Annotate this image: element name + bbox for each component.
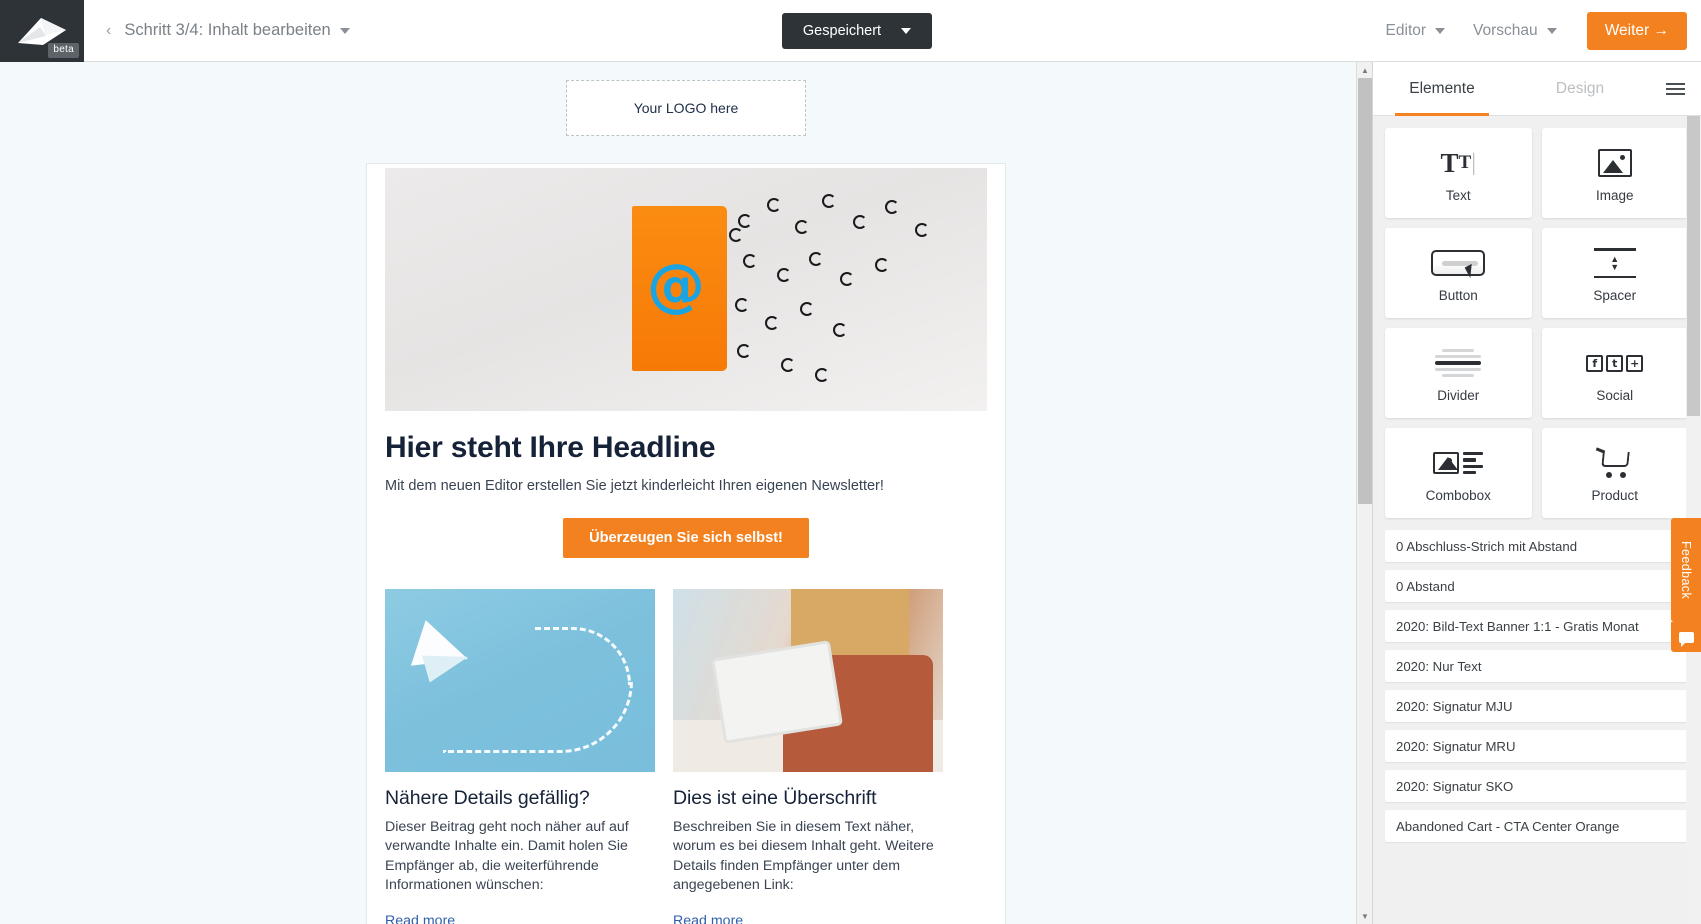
- list-item[interactable]: 2020: Signatur SKO: [1385, 770, 1688, 802]
- woman-tablet-image[interactable]: [673, 589, 943, 772]
- element-tile-label: Image: [1595, 188, 1634, 203]
- panel-scroll-thumb[interactable]: [1687, 116, 1700, 416]
- tab-elemente[interactable]: Elemente: [1373, 62, 1511, 116]
- element-tile-combobox[interactable]: Combobox: [1385, 428, 1532, 518]
- element-tile-label: Spacer: [1593, 288, 1637, 303]
- element-tile-product[interactable]: Product: [1541, 428, 1688, 518]
- element-tile-label: Text: [1445, 188, 1471, 203]
- saved-button[interactable]: Gespeichert: [782, 13, 932, 49]
- panel-tabs: Elemente Design: [1373, 62, 1701, 116]
- dashed-trail: [443, 681, 633, 753]
- scroll-up-icon[interactable]: ▲: [1357, 62, 1372, 78]
- list-item[interactable]: Abandoned Cart - CTA Center Orange: [1385, 810, 1688, 842]
- tab-elemente-label: Elemente: [1409, 79, 1475, 97]
- menu-preview[interactable]: Vorschau: [1459, 22, 1571, 40]
- element-tile-image[interactable]: Image: [1541, 128, 1688, 218]
- element-tile-grid: T T | Text Image Button ▲ ▼ Spacer Divid…: [1373, 116, 1701, 518]
- logo-placeholder-text: Your LOGO here: [633, 100, 739, 116]
- button-icon: [1431, 243, 1486, 283]
- element-tile-spacer[interactable]: ▲ ▼ Spacer: [1541, 228, 1688, 318]
- column-body: Dieser Beitrag geht noch näher auf auf v…: [385, 819, 629, 894]
- tab-design[interactable]: Design: [1511, 62, 1649, 116]
- list-item[interactable]: 2020: Nur Text: [1385, 650, 1688, 682]
- next-button[interactable]: Weiter →: [1586, 12, 1687, 50]
- saved-blocks-list: 0 Abschluss-Strich mit Abstand 0 Abstand…: [1373, 518, 1701, 842]
- hero-text-block[interactable]: Hier steht Ihre Headline Mit dem neuen E…: [367, 411, 1005, 558]
- element-tile-label: Product: [1591, 488, 1639, 503]
- email-content-card: @ Hier steht Ihre Headline Mit dem neuen…: [366, 163, 1006, 924]
- menu-editor-label: Editor: [1385, 22, 1427, 39]
- spacer-icon: ▲ ▼: [1593, 243, 1636, 283]
- list-item[interactable]: 2020: Signatur MRU: [1385, 730, 1688, 762]
- hero-image[interactable]: @: [385, 168, 987, 411]
- column-heading: Dies ist eine Überschrift: [673, 787, 877, 809]
- chevron-down-icon: [1435, 27, 1446, 34]
- read-more-link[interactable]: Read more: [673, 913, 743, 924]
- element-tile-button[interactable]: Button: [1385, 228, 1532, 318]
- divider-icon: [1435, 343, 1482, 383]
- hamburger-icon[interactable]: [1649, 82, 1701, 95]
- step-label-text: Schritt 3/4: Inhalt bearbeiten: [124, 21, 331, 39]
- column-left[interactable]: Nähere Details gefällig? Dieser Beitrag …: [385, 589, 655, 924]
- app-logo[interactable]: beta: [0, 0, 84, 62]
- back-chevron-icon[interactable]: ‹: [106, 22, 111, 39]
- column-body: Beschreiben Sie in diesem Text näher, wo…: [673, 819, 934, 894]
- chevron-down-icon: [339, 27, 350, 34]
- step-breadcrumb[interactable]: Schritt 3/4: Inhalt bearbeiten: [124, 21, 350, 40]
- column-right[interactable]: Dies ist eine Überschrift Beschreiben Si…: [673, 589, 943, 924]
- cta-block: Überzeugen Sie sich selbst!: [385, 518, 987, 558]
- list-item[interactable]: 0 Abschluss-Strich mit Abstand: [1385, 530, 1688, 562]
- feedback-label: Feedback: [1679, 540, 1693, 600]
- element-tile-label: Divider: [1437, 388, 1480, 403]
- chevron-down-icon: [1546, 27, 1557, 34]
- image-icon: [1597, 143, 1632, 183]
- chevron-down-icon: [901, 28, 912, 34]
- email-body: Your LOGO here @ Hier steht Ihre Headlin…: [0, 62, 1372, 924]
- feedback-tab[interactable]: Feedback: [1671, 518, 1701, 622]
- canvas-scrollbar[interactable]: ▲ ▼: [1356, 62, 1372, 924]
- list-item[interactable]: 2020: Signatur MJU: [1385, 690, 1688, 722]
- element-tile-label: Combobox: [1425, 488, 1491, 503]
- two-column-block: Nähere Details gefällig? Dieser Beitrag …: [367, 564, 1005, 924]
- column-heading: Nähere Details gefällig?: [385, 787, 590, 809]
- cart-icon: [1595, 443, 1634, 483]
- element-tile-divider[interactable]: Divider: [1385, 328, 1532, 418]
- chat-icon[interactable]: [1671, 622, 1701, 652]
- paper-plane-image[interactable]: [385, 589, 655, 772]
- elements-panel: Elemente Design TT| Text Image Button: [1372, 62, 1701, 924]
- cta-button[interactable]: Überzeugen Sie sich selbst!: [563, 518, 809, 558]
- dashed-trail-upper: [535, 627, 631, 685]
- list-item[interactable]: 2020: Bild-Text Banner 1:1 - Gratis Mona…: [1385, 610, 1688, 642]
- at-symbol-icon: @: [647, 251, 705, 319]
- menu-editor[interactable]: Editor: [1372, 22, 1460, 40]
- social-icon: f t +: [1586, 343, 1644, 383]
- scroll-down-icon[interactable]: ▼: [1357, 908, 1372, 924]
- email-headline: Hier steht Ihre Headline: [385, 431, 716, 464]
- beta-badge: beta: [48, 42, 79, 58]
- read-more-link[interactable]: Read more: [385, 913, 455, 924]
- element-tile-label: Social: [1596, 388, 1634, 403]
- combobox-icon: [1433, 443, 1484, 483]
- list-item[interactable]: 0 Abstand: [1385, 570, 1688, 602]
- canvas-scroll-thumb[interactable]: [1358, 78, 1372, 504]
- email-canvas[interactable]: Your LOGO here @ Hier steht Ihre Headlin…: [0, 62, 1372, 924]
- menu-preview-label: Vorschau: [1473, 22, 1538, 39]
- tab-design-label: Design: [1555, 79, 1605, 97]
- element-tile-label: Button: [1438, 288, 1478, 303]
- email-subline: Mit dem neuen Editor erstellen Sie jetzt…: [385, 478, 884, 494]
- element-tile-social[interactable]: f t + Social: [1541, 328, 1688, 418]
- top-bar: beta ‹ Schritt 3/4: Inhalt bearbeiten Ge…: [0, 0, 1701, 62]
- text-icon: T T |: [1440, 147, 1476, 178]
- element-tile-text[interactable]: T T | Text: [1385, 128, 1532, 218]
- saved-button-label: Gespeichert: [802, 23, 882, 39]
- logo-placeholder-block[interactable]: Your LOGO here: [566, 80, 806, 136]
- top-right-actions: Editor Vorschau Weiter →: [1372, 0, 1701, 62]
